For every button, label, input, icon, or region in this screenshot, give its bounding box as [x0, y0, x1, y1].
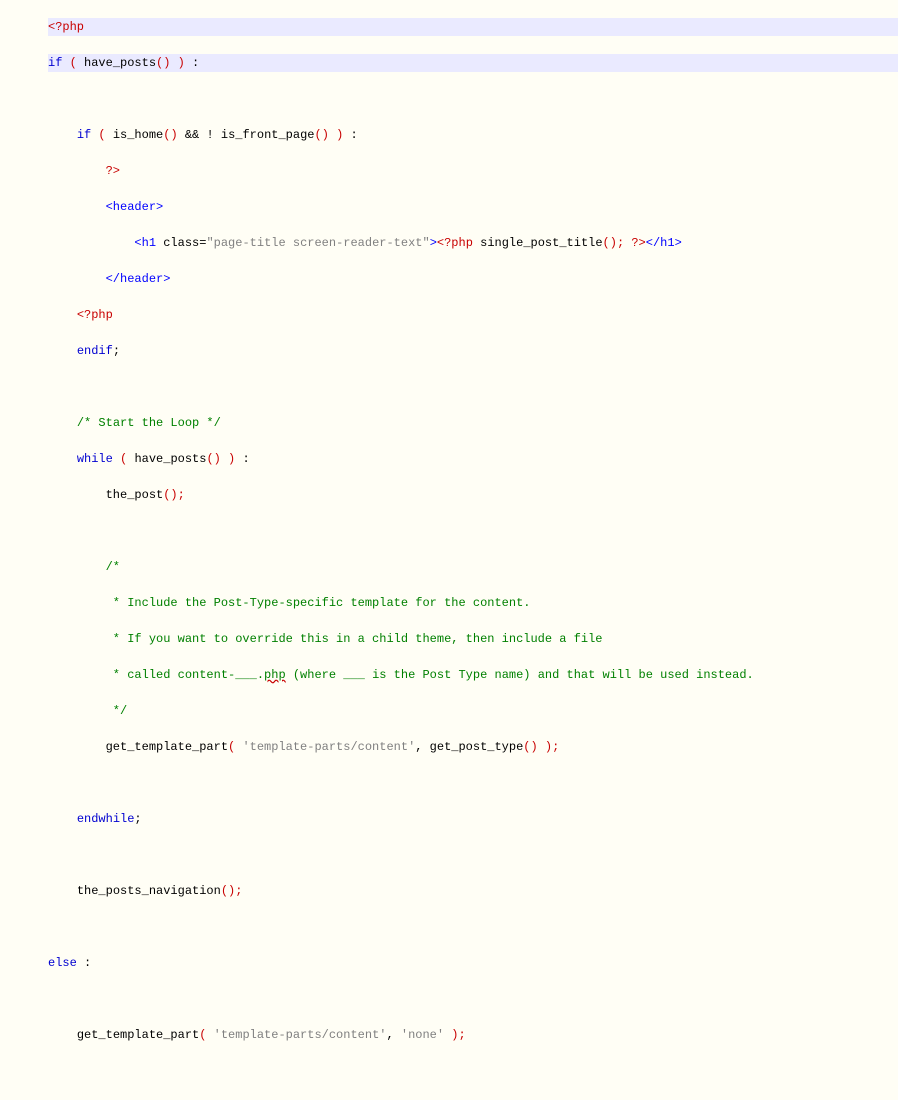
comment: /*	[106, 560, 120, 574]
code-line: if ( have_posts() ) :	[48, 54, 898, 72]
func-is-front-page: is_front_page	[221, 128, 315, 142]
keyword-if: if	[48, 56, 62, 70]
code-line: /*	[48, 558, 898, 576]
html-header-close: </header>	[106, 272, 171, 286]
code-line: the_posts_navigation();	[48, 882, 898, 900]
php-open-tag: <?php	[77, 308, 113, 322]
code-line	[48, 918, 898, 936]
code-line: * If you want to override this in a chil…	[48, 630, 898, 648]
func-have-posts: have_posts	[84, 56, 156, 70]
comment: * If you want to override this in a chil…	[106, 632, 603, 646]
php-open-tag: <?php	[48, 20, 84, 34]
keyword-endwhile: endwhile	[77, 812, 135, 826]
spell-error: php	[264, 668, 286, 682]
code-line: * called content-___.php (where ___ is t…	[48, 666, 898, 684]
code-line: */	[48, 702, 898, 720]
keyword-while: while	[77, 452, 113, 466]
code-line: * Include the Post-Type-specific templat…	[48, 594, 898, 612]
code-line: get_template_part( 'template-parts/conte…	[48, 1026, 898, 1044]
code-line: endif;	[48, 342, 898, 360]
html-h1-open: <h1	[134, 236, 163, 250]
code-line: endwhile;	[48, 810, 898, 828]
code-editor[interactable]: <?php if ( have_posts() ) : if ( is_home…	[0, 0, 898, 1100]
comment: * Include the Post-Type-specific templat…	[106, 596, 531, 610]
code-line	[48, 774, 898, 792]
code-line: <?php	[48, 306, 898, 324]
comment: /* Start the Loop */	[77, 416, 221, 430]
html-header-open: <header>	[106, 200, 164, 214]
keyword-if: if	[77, 128, 91, 142]
comment: */	[106, 704, 128, 718]
php-close-tag: ?>	[106, 164, 120, 178]
code-line: ?>	[48, 162, 898, 180]
code-line	[48, 378, 898, 396]
code-line: <h1 class="page-title screen-reader-text…	[48, 234, 898, 252]
code-line	[48, 846, 898, 864]
comment: * called content-___.	[106, 668, 264, 682]
func-is-home: is_home	[113, 128, 163, 142]
code-line	[48, 90, 898, 108]
code-line: </header>	[48, 270, 898, 288]
code-line: /* Start the Loop */	[48, 414, 898, 432]
code-line: while ( have_posts() ) :	[48, 450, 898, 468]
func-get-template-part: get_template_part	[77, 1028, 199, 1042]
func-the-posts-navigation: the_posts_navigation	[77, 884, 221, 898]
func-get-template-part: get_template_part	[106, 740, 228, 754]
line-gutter	[0, 0, 48, 1100]
code-line	[48, 522, 898, 540]
func-have-posts: have_posts	[134, 452, 206, 466]
func-single-post-title: single_post_title	[473, 236, 603, 250]
code-line: endif;	[48, 1098, 898, 1100]
code-line: if ( is_home() && ! is_front_page() ) :	[48, 126, 898, 144]
html-h1-close: </h1>	[646, 236, 682, 250]
code-line: else :	[48, 954, 898, 972]
code-content[interactable]: <?php if ( have_posts() ) : if ( is_home…	[48, 0, 898, 1100]
code-line	[48, 1062, 898, 1080]
code-line	[48, 990, 898, 1008]
keyword-else: else	[48, 956, 77, 970]
func-the-post: the_post	[106, 488, 164, 502]
code-line: <?php	[48, 18, 898, 36]
code-line: <header>	[48, 198, 898, 216]
code-line: the_post();	[48, 486, 898, 504]
func-get-post-type: get_post_type	[430, 740, 524, 754]
code-line: get_template_part( 'template-parts/conte…	[48, 738, 898, 756]
keyword-endif: endif	[77, 344, 113, 358]
